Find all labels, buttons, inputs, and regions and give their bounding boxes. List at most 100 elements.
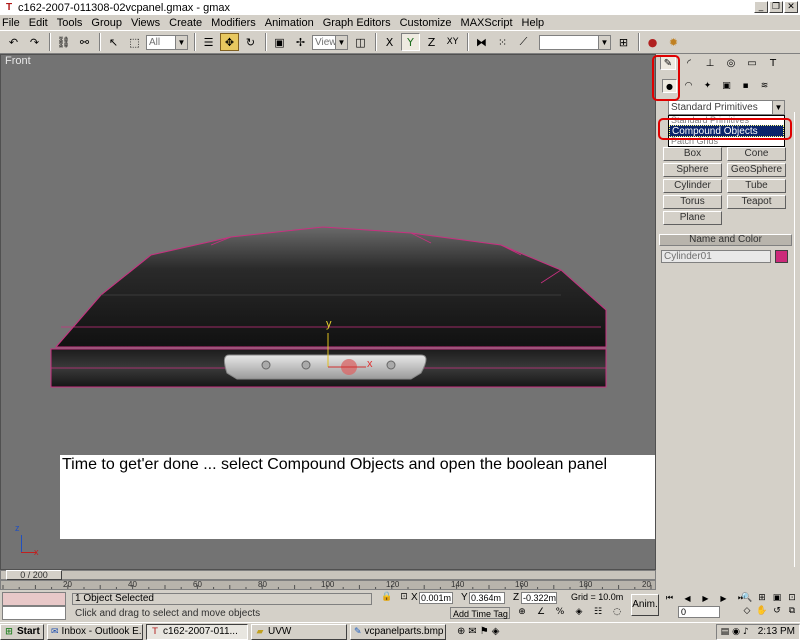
pivot-center-icon[interactable]: ◫	[351, 33, 370, 51]
spinner-snap-icon[interactable]: ◈	[571, 606, 587, 618]
tube-button[interactable]: Tube	[727, 179, 786, 193]
mirror-icon[interactable]: ⧓	[472, 33, 491, 51]
previous-frame-icon[interactable]: ◀	[680, 592, 695, 604]
crossing-window-icon[interactable]: ◌	[609, 606, 625, 618]
region-select-icon[interactable]: ⬚	[125, 33, 144, 51]
close-button[interactable]: ✕	[784, 1, 798, 13]
go-to-start-icon[interactable]: ⏮	[662, 592, 677, 604]
name-and-color-rollout[interactable]: Name and Color	[659, 234, 792, 246]
lock-selection-icon[interactable]: 🔒	[380, 591, 394, 603]
redo-icon[interactable]: ↷	[25, 33, 44, 51]
axis-xy-icon[interactable]: XY	[443, 33, 462, 51]
volume-icon[interactable]: ♪	[743, 627, 749, 637]
rotate-icon[interactable]: ↻	[241, 33, 260, 51]
material-editor-icon[interactable]: ●	[643, 33, 662, 51]
next-frame-icon[interactable]: ▶	[716, 592, 731, 604]
unlink-icon[interactable]: ⚯	[75, 33, 94, 51]
array-icon[interactable]: ⁙	[493, 33, 512, 51]
play-icon[interactable]: ▶	[698, 592, 713, 604]
select-link-icon[interactable]: ⛓	[54, 33, 73, 51]
menu-edit[interactable]: Edit	[29, 17, 48, 29]
axis-z-icon[interactable]: Z	[422, 33, 441, 51]
animate-button[interactable]: Anim.	[631, 594, 659, 616]
tray-icon[interactable]: ✉	[468, 626, 476, 637]
select-object-icon[interactable]: ↖	[104, 33, 123, 51]
geosphere-button[interactable]: GeoSphere	[727, 163, 786, 177]
time-slider-track[interactable]: 0 / 200	[0, 570, 656, 580]
maximize-viewport-icon[interactable]: ⧉	[785, 605, 799, 617]
object-name-input[interactable]: Cylinder01	[661, 250, 771, 263]
track-bar[interactable]: 20 40 60 80 100 120 140 160 180 20	[0, 580, 656, 590]
utilities-tab-icon[interactable]: T	[765, 56, 781, 70]
hierarchy-tab-icon[interactable]: ⊥	[702, 56, 718, 70]
menu-group[interactable]: Group	[91, 17, 122, 29]
minimize-button[interactable]: _	[754, 1, 768, 13]
axis-y-icon[interactable]: Y	[401, 33, 420, 51]
tray-icon[interactable]: ⊕	[457, 626, 465, 637]
menu-animation[interactable]: Animation	[265, 17, 314, 29]
percent-snap-icon[interactable]: %	[552, 606, 568, 618]
shapes-icon[interactable]: ◠	[681, 79, 696, 93]
sphere-button[interactable]: Sphere	[663, 163, 722, 177]
helpers-icon[interactable]: ▪	[738, 79, 753, 93]
cylinder-button[interactable]: Cylinder	[663, 179, 722, 193]
box-button[interactable]: Box	[663, 147, 722, 161]
zoom-extents-all-icon[interactable]: ⊡	[785, 592, 799, 604]
cameras-icon[interactable]: ▣	[719, 79, 734, 93]
edit-named-selection-icon[interactable]: ☷	[590, 606, 606, 618]
category-dropdown[interactable]: Standard Primitives ▼	[668, 100, 785, 115]
lights-icon[interactable]: ✦	[700, 79, 715, 93]
zoom-icon[interactable]: 🔍	[740, 592, 754, 604]
select-by-name-icon[interactable]: ☰	[199, 33, 218, 51]
snap-icon[interactable]: ⊕	[514, 606, 530, 618]
time-slider-handle[interactable]: 0 / 200	[6, 570, 62, 580]
zoom-all-icon[interactable]: ⊞	[755, 592, 769, 604]
y-coordinate-field[interactable]: 0.364m	[469, 592, 505, 604]
reference-coordinate-dropdown[interactable]: View ▼	[312, 34, 348, 50]
selection-filter-dropdown[interactable]: All ▼	[146, 34, 188, 50]
menu-customize[interactable]: Customize	[400, 17, 452, 29]
menu-maxscript[interactable]: MAXScript	[461, 17, 513, 29]
angle-snap-icon[interactable]: ∠	[533, 606, 549, 618]
axis-x-icon[interactable]: X	[380, 33, 399, 51]
menu-file[interactable]: File	[2, 17, 20, 29]
maxscript-listener-white[interactable]	[2, 606, 66, 620]
start-button[interactable]: ⊞ Start	[0, 623, 44, 640]
menu-views[interactable]: Views	[131, 17, 160, 29]
menu-graph-editors[interactable]: Graph Editors	[323, 17, 391, 29]
current-frame-field[interactable]: 0	[678, 606, 720, 618]
panel-scrollbar[interactable]	[794, 112, 799, 567]
scale-icon[interactable]: ▣	[270, 33, 289, 51]
menu-modifiers[interactable]: Modifiers	[211, 17, 256, 29]
maxscript-listener-pink[interactable]	[2, 592, 66, 606]
tray-icon[interactable]: ◉	[732, 627, 740, 637]
restore-button[interactable]: ❐	[769, 1, 783, 13]
cone-button[interactable]: Cone	[727, 147, 786, 161]
menu-create[interactable]: Create	[169, 17, 202, 29]
x-coordinate-field[interactable]: 0.001m	[419, 592, 453, 604]
z-coordinate-field[interactable]: -0.322m	[521, 592, 557, 604]
task-outlook[interactable]: ✉ Inbox - Outlook E...	[47, 623, 143, 640]
pan-icon[interactable]: ✋	[755, 605, 769, 617]
menu-tools[interactable]: Tools	[57, 17, 83, 29]
task-paint-bitmap[interactable]: ✎ vcpanelparts.bmp ...	[350, 623, 446, 640]
tray-icon[interactable]: ▤	[721, 627, 730, 637]
undo-icon[interactable]: ↶	[4, 33, 23, 51]
tray-icon[interactable]: ⚑	[480, 626, 489, 637]
plane-button[interactable]: Plane	[663, 211, 722, 225]
pivot-icon[interactable]: ✢	[291, 33, 310, 51]
add-time-tag-button[interactable]: Add Time Tag	[450, 607, 510, 619]
object-color-swatch[interactable]	[775, 250, 788, 263]
modify-tab-icon[interactable]: ◜	[681, 56, 697, 70]
render-icon[interactable]: ✹	[664, 33, 683, 51]
move-icon[interactable]: ✥	[220, 33, 239, 51]
field-of-view-icon[interactable]: ◇	[740, 605, 754, 617]
named-selection-dropdown[interactable]: ▼	[539, 34, 611, 50]
align-icon[interactable]: ⟋	[514, 33, 533, 51]
tray-icon[interactable]: ◈	[492, 626, 500, 637]
zoom-extents-icon[interactable]: ▣	[770, 592, 784, 604]
arc-rotate-icon[interactable]: ↺	[770, 605, 784, 617]
space-warps-icon[interactable]: ≋	[757, 79, 772, 93]
schematic-view-icon[interactable]: ⊞	[614, 33, 633, 51]
task-gmax[interactable]: Tc162-2007-011...	[146, 623, 248, 640]
